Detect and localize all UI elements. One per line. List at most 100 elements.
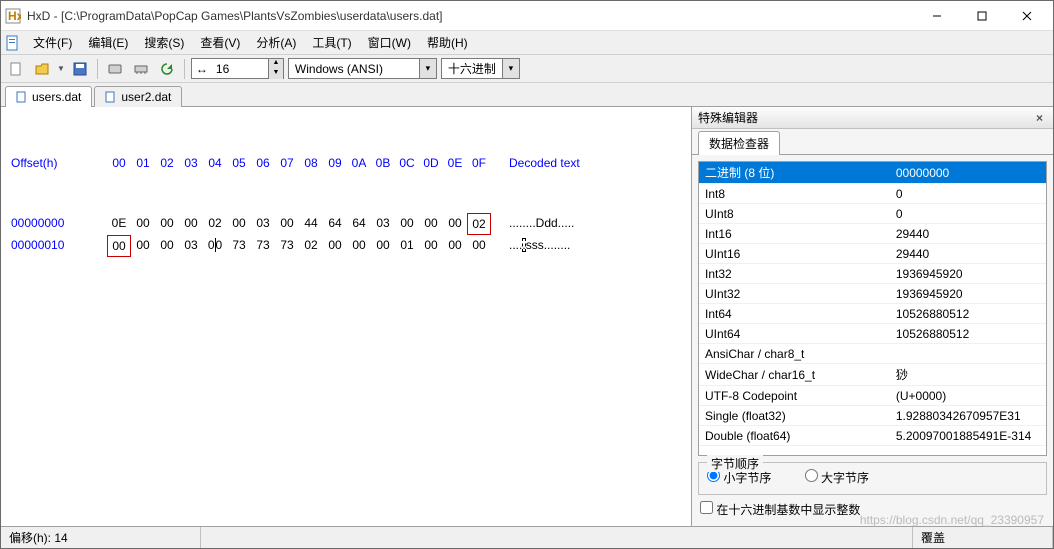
inspector-value: 00000000 <box>890 162 1046 184</box>
encoding-combo[interactable]: Windows (ANSI) ▾ <box>288 58 437 79</box>
new-button[interactable] <box>5 58 27 80</box>
hex-byte[interactable]: 00 <box>227 213 251 235</box>
maximize-button[interactable] <box>959 1 1004 30</box>
decoded-header: Decoded text <box>509 153 580 173</box>
hxd-window: HxD HxD - [C:\ProgramData\PopCap Games\P… <box>0 0 1054 549</box>
hex-byte[interactable]: 00 <box>131 235 155 257</box>
bytes-per-row-field[interactable] <box>212 60 268 78</box>
hex-integers-checkbox[interactable]: 在十六进制基数中显示整数 <box>698 499 1047 520</box>
hex-byte[interactable]: 00 <box>203 235 227 257</box>
menu-help[interactable]: 帮助(H) <box>419 32 476 53</box>
inspector-row[interactable]: Int6410526880512 <box>699 304 1046 324</box>
hex-row[interactable]: 0000001000000003007373730200000001000000… <box>11 235 681 257</box>
tab-data-inspector[interactable]: 数据检查器 <box>698 131 780 155</box>
inspector-row[interactable]: UInt80 <box>699 204 1046 224</box>
inspector-row[interactable]: UInt6410526880512 <box>699 324 1046 344</box>
open-dropdown-icon[interactable]: ▼ <box>57 64 65 73</box>
inspector-row[interactable]: Int1629440 <box>699 224 1046 244</box>
disk-button[interactable] <box>104 58 126 80</box>
hex-byte[interactable]: 03 <box>251 213 275 235</box>
left-arrow-icon[interactable]: ↔ <box>192 62 212 76</box>
hex-byte[interactable]: 00 <box>443 213 467 235</box>
hex-byte[interactable]: 73 <box>275 235 299 257</box>
menu-window[interactable]: 窗口(W) <box>360 32 419 53</box>
inspector-row[interactable]: UInt1629440 <box>699 244 1046 264</box>
menu-tools[interactable]: 工具(T) <box>304 32 359 53</box>
close-button[interactable] <box>1004 1 1049 30</box>
inspector-key: Int32 <box>699 264 890 284</box>
menu-analyze[interactable]: 分析(A) <box>248 32 304 53</box>
hex-byte[interactable]: 00 <box>275 213 299 235</box>
data-inspector-table[interactable]: 二进制 (8 位)00000000Int80UInt80Int1629440UI… <box>698 161 1047 456</box>
spin-up-icon[interactable]: ▲ <box>268 59 283 69</box>
toolbar: ▼ ↔ ▲▼ Windows (ANSI) ▾ 十六进制 ▾ <box>1 55 1053 83</box>
hex-byte[interactable]: 03 <box>179 235 203 257</box>
inspector-key: Int64 <box>699 304 890 324</box>
hex-byte[interactable]: 64 <box>323 213 347 235</box>
hex-byte[interactable]: 00 <box>443 235 467 257</box>
hex-byte[interactable]: 00 <box>155 235 179 257</box>
ram-button[interactable] <box>130 58 152 80</box>
hex-byte[interactable]: 00 <box>419 235 443 257</box>
menu-search[interactable]: 搜索(S) <box>136 32 192 53</box>
panel-tabs: 数据检查器 <box>692 129 1053 155</box>
inspector-row[interactable]: UTF-8 Codepoint (U+0000) <box>699 386 1046 406</box>
radix-combo[interactable]: 十六进制 ▾ <box>441 58 520 79</box>
inspector-key: UInt32 <box>699 284 890 304</box>
menu-file[interactable]: 文件(F) <box>25 32 80 53</box>
hex-byte[interactable]: 02 <box>203 213 227 235</box>
tab-users-dat[interactable]: users.dat <box>5 86 92 107</box>
hex-byte[interactable]: 02 <box>299 235 323 257</box>
hex-editor[interactable]: Offset(h) 000102030405060708090A0B0C0D0E… <box>1 107 691 526</box>
inspector-row[interactable]: AnsiChar / char8_t <box>699 344 1046 364</box>
hex-byte[interactable]: 44 <box>299 213 323 235</box>
hex-byte[interactable]: 73 <box>227 235 251 257</box>
hex-row[interactable]: 000000000E000000020003004464640300000002… <box>11 213 681 235</box>
ascii-column[interactable]: ........Ddd..... <box>509 213 574 235</box>
inspector-key: UInt64 <box>699 324 890 344</box>
inspector-value: 1936945920 <box>890 264 1046 284</box>
hex-byte[interactable]: 00 <box>323 235 347 257</box>
inspector-row[interactable]: Double (float64)5.20097001885491E-314 <box>699 426 1046 446</box>
bytes-per-row-input[interactable]: ↔ ▲▼ <box>191 58 284 79</box>
hex-byte[interactable]: 01 <box>395 235 419 257</box>
ascii-column[interactable]: .....sss........ <box>509 235 570 257</box>
hex-byte[interactable]: 00 <box>131 213 155 235</box>
hex-byte[interactable]: 00 <box>179 213 203 235</box>
menu-edit[interactable]: 编辑(E) <box>80 32 136 53</box>
radio-big-endian[interactable]: 大字节序 <box>805 471 869 485</box>
hex-byte[interactable]: 64 <box>347 213 371 235</box>
panel-close-button[interactable]: × <box>1032 111 1047 125</box>
hex-byte[interactable]: 00 <box>419 213 443 235</box>
hex-byte[interactable]: 00 <box>395 213 419 235</box>
menu-view[interactable]: 查看(V) <box>192 32 248 53</box>
inspector-row[interactable]: UInt321936945920 <box>699 284 1046 304</box>
hex-byte[interactable]: 00 <box>467 235 491 257</box>
col-header: 09 <box>323 153 347 173</box>
hex-byte[interactable]: 00 <box>371 235 395 257</box>
hex-byte[interactable]: 73 <box>251 235 275 257</box>
chevron-down-icon[interactable]: ▾ <box>502 59 519 78</box>
inspector-row[interactable]: Single (float32)1.92880342670957E31 <box>699 406 1046 426</box>
hex-byte[interactable]: 02 <box>467 213 491 235</box>
save-button[interactable] <box>69 58 91 80</box>
hex-byte[interactable]: 03 <box>371 213 395 235</box>
hex-byte[interactable]: 00 <box>347 235 371 257</box>
hex-byte[interactable]: 00 <box>155 213 179 235</box>
row-address: 00000010 <box>11 235 107 257</box>
inspector-row[interactable]: 二进制 (8 位)00000000 <box>699 162 1046 184</box>
spin-down-icon[interactable]: ▼ <box>268 69 283 79</box>
refresh-button[interactable] <box>156 58 178 80</box>
inspector-row[interactable]: Int321936945920 <box>699 264 1046 284</box>
radio-little-endian[interactable]: 小字节序 <box>707 471 771 485</box>
minimize-button[interactable] <box>914 1 959 30</box>
main-area: Offset(h) 000102030405060708090A0B0C0D0E… <box>1 107 1053 526</box>
inspector-row[interactable]: Int80 <box>699 184 1046 204</box>
hex-byte[interactable]: 0E <box>107 213 131 235</box>
chevron-down-icon[interactable]: ▾ <box>419 59 436 78</box>
tab-user2-dat[interactable]: user2.dat <box>94 86 182 107</box>
open-button[interactable] <box>31 58 53 80</box>
hex-byte[interactable]: 00 <box>107 235 131 257</box>
inspector-row[interactable]: WideChar / char16_t猀 <box>699 364 1046 386</box>
col-header: 05 <box>227 153 251 173</box>
